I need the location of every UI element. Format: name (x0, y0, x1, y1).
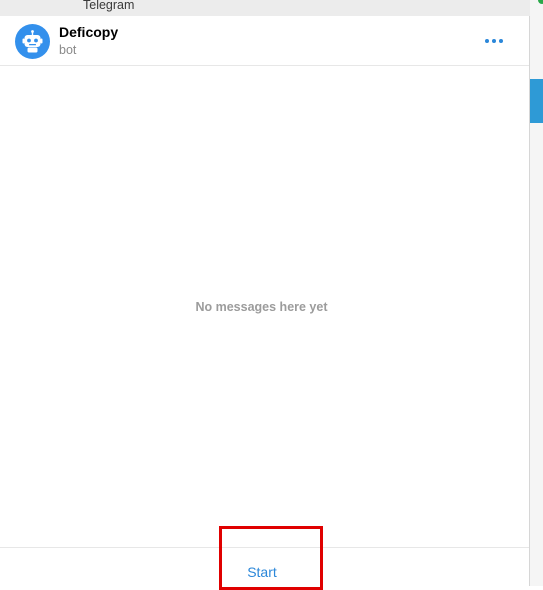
status-dot (538, 0, 543, 4)
more-dots-icon (485, 39, 503, 43)
chat-status: bot (59, 43, 77, 57)
empty-messages-text: No messages here yet (195, 300, 328, 314)
chat-window: Deficopy bot No messages here yet Start (0, 16, 530, 587)
window-title: Telegram (83, 0, 135, 12)
chat-name[interactable]: Deficopy (59, 24, 118, 40)
more-options-button[interactable] (480, 31, 508, 51)
bottom-bar: Start (0, 547, 529, 587)
window-titlebar: Telegram (0, 0, 530, 16)
background-window-edge (530, 0, 543, 586)
messages-area[interactable]: No messages here yet (0, 66, 529, 547)
start-button[interactable]: Start (222, 560, 302, 584)
robot-icon (22, 30, 43, 53)
chat-avatar[interactable] (15, 24, 50, 59)
chat-header[interactable]: Deficopy bot (0, 16, 529, 66)
side-accent-bar (530, 79, 543, 123)
